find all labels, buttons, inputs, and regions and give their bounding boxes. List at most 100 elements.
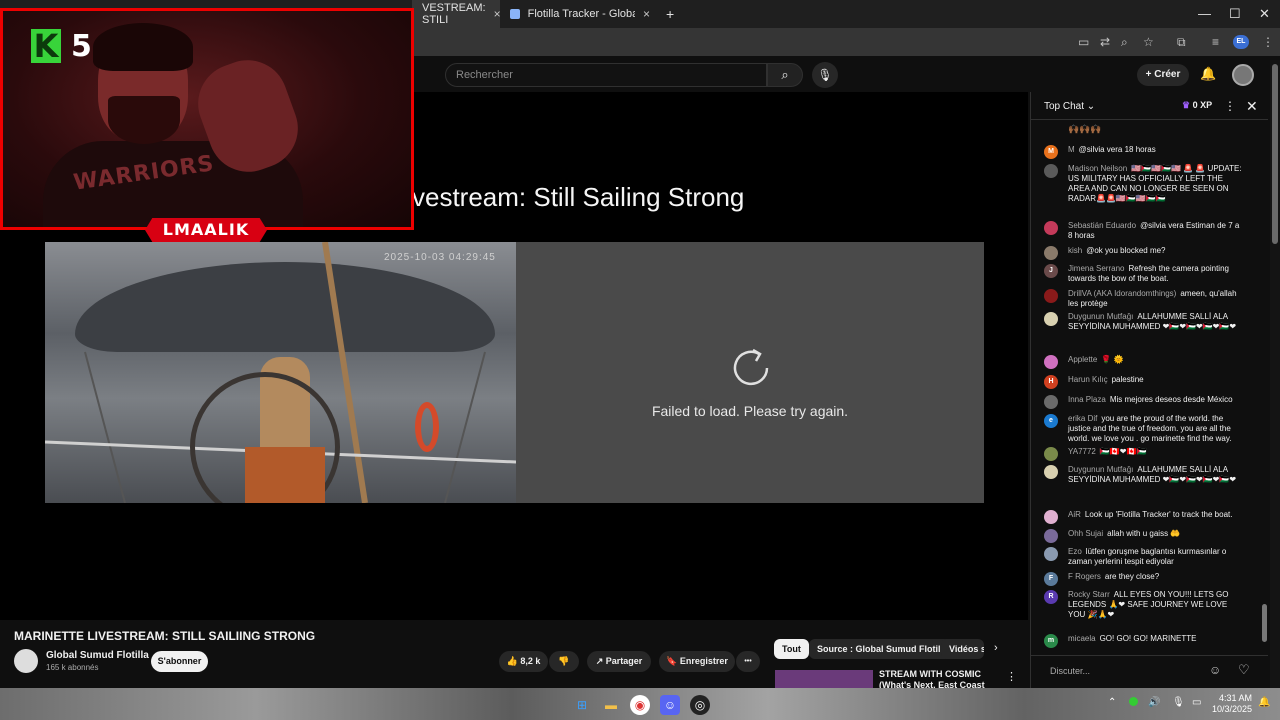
more-actions-button[interactable]: ••• (736, 651, 760, 672)
battery-icon[interactable]: ▭ (1192, 697, 1201, 708)
recommended-menu-icon[interactable]: ⋮ (1006, 670, 1017, 683)
close-window-button[interactable]: ✕ (1259, 6, 1270, 22)
chat-author-name[interactable]: Applette (1068, 355, 1097, 364)
chevron-right-icon[interactable]: › (994, 642, 998, 654)
chat-input[interactable]: Discuter... (1043, 662, 1203, 680)
channel-avatar[interactable] (14, 649, 38, 673)
taskbar-clock[interactable]: 4:31 AM 10/3/2025 (1212, 693, 1252, 715)
heart-icon[interactable]: ♡ (1238, 662, 1250, 678)
chat-author-name[interactable]: F Rogers (1068, 572, 1101, 581)
chat-author-avatar[interactable] (1044, 510, 1058, 524)
chip-videos[interactable]: Vidéos s (941, 639, 984, 659)
chat-author-name[interactable]: AiR (1068, 510, 1081, 519)
chat-menu-icon[interactable]: ⋮ (1224, 99, 1236, 113)
chat-author-name[interactable]: micaela (1068, 634, 1096, 643)
chat-author-avatar[interactable] (1044, 465, 1058, 479)
search-icon[interactable]: ⌕ (767, 63, 803, 87)
level-number: 5 (71, 29, 92, 64)
search-input[interactable]: Rechercher (445, 63, 767, 87)
translate-icon[interactable]: ⇄ (1100, 35, 1110, 49)
maximize-button[interactable]: ☐ (1229, 6, 1241, 22)
browser-menu-icon[interactable]: ⋮ (1262, 35, 1274, 49)
save-button[interactable]: 🔖 Enregistrer (659, 651, 735, 672)
chat-scrollbar[interactable] (1262, 604, 1267, 642)
chat-author-name[interactable]: Sebastián Eduardo (1068, 221, 1136, 230)
windows-start-icon[interactable]: ⊞ (572, 695, 592, 715)
chat-author-avatar[interactable] (1044, 164, 1058, 178)
volume-icon[interactable]: 🔊 (1148, 697, 1160, 708)
subscribe-button[interactable]: S'abonner (151, 651, 208, 672)
channel-name[interactable]: Global Sumud Flotilla (46, 650, 149, 661)
chat-author-avatar[interactable]: F (1044, 572, 1058, 586)
discord-icon[interactable]: ☺ (660, 695, 680, 715)
chip-all[interactable]: Tout (774, 639, 809, 659)
chat-author-avatar[interactable] (1044, 312, 1058, 326)
chat-author-name[interactable]: Harun Kılıç (1068, 375, 1108, 384)
chat-author-name[interactable]: Duygunun Mutfağı (1068, 312, 1133, 321)
extensions-icon[interactable]: ⧉ (1177, 35, 1186, 50)
chat-author-avatar[interactable]: M (1044, 145, 1058, 159)
create-button[interactable]: + Créer (1137, 64, 1189, 86)
tab-livestream[interactable]: VESTREAM: STILI × (412, 0, 501, 28)
tab-label: Flotilla Tracker - Global Movem (527, 8, 635, 20)
chat-author-name[interactable]: erika Dif (1068, 414, 1097, 423)
chat-author-name[interactable]: kish (1068, 246, 1082, 255)
recommended-thumbnail[interactable] (775, 670, 873, 690)
dislike-button[interactable]: 👎 (549, 651, 579, 672)
profile-badge[interactable]: EL (1233, 35, 1249, 49)
chat-message-body: DrillVA (AKA Idorandomthings) ameen, qu'a… (1068, 289, 1244, 309)
chat-author-avatar[interactable] (1044, 529, 1058, 543)
media-icon[interactable]: ≡ (1212, 35, 1219, 49)
page-scrollbar-thumb[interactable] (1272, 64, 1278, 244)
chat-author-name[interactable]: M (1068, 145, 1075, 154)
share-button[interactable]: ↗ Partager (587, 651, 651, 672)
recommended-title[interactable]: STREAM WITH COSMIC (What's Next, East Co… (879, 669, 1003, 689)
chat-author-name[interactable]: YA7772 (1068, 447, 1096, 456)
chat-author-avatar[interactable]: H (1044, 375, 1058, 389)
chat-author-avatar[interactable]: m (1044, 634, 1058, 648)
zoom-icon[interactable]: ⌕ (1121, 35, 1128, 50)
file-explorer-icon[interactable]: ▬ (601, 695, 621, 715)
tab-flotilla-tracker[interactable]: Flotilla Tracker - Global Movem × (500, 0, 660, 28)
xp-badge[interactable]: ♛ 0 XP (1182, 100, 1212, 111)
microphone-icon[interactable]: 🎙 (812, 62, 838, 88)
minimize-button[interactable]: — (1198, 6, 1211, 21)
chat-author-name[interactable]: Ezo (1068, 547, 1082, 556)
chat-author-avatar[interactable] (1044, 246, 1058, 260)
chat-author-avatar[interactable] (1044, 289, 1058, 303)
close-chat-icon[interactable]: ✕ (1246, 98, 1258, 115)
obs-icon[interactable]: ◎ (690, 695, 710, 715)
chat-author-name[interactable]: Ohh Sujai (1068, 529, 1103, 538)
close-tab-icon[interactable]: × (643, 7, 650, 21)
bookmark-star-icon[interactable]: ☆ (1143, 35, 1154, 49)
tray-status-icon[interactable] (1129, 697, 1138, 706)
chat-author-name[interactable]: Duygunun Mutfağı (1068, 465, 1133, 474)
chat-author-avatar[interactable] (1044, 447, 1058, 461)
reload-icon[interactable] (727, 344, 775, 392)
chat-author-avatar[interactable] (1044, 395, 1058, 409)
notification-center-icon[interactable]: 🔔 (1258, 697, 1270, 708)
notifications-bell-icon[interactable]: 🔔 (1200, 66, 1216, 82)
chat-author-name[interactable]: Jimena Serrano (1068, 264, 1124, 273)
mic-tray-icon[interactable]: 🎙 (1172, 697, 1185, 708)
emoji-picker-icon[interactable]: ☺ (1209, 663, 1221, 677)
chat-author-name[interactable]: Rocky Starr (1068, 590, 1110, 599)
chat-author-name[interactable]: DrillVA (AKA Idorandomthings) (1068, 289, 1176, 298)
like-button[interactable]: 👍 8,2 k (499, 651, 548, 672)
chat-author-avatar[interactable]: J (1044, 264, 1058, 278)
emoji-row: 🙌🏾🙌🏾🙌🏾 (1068, 124, 1102, 134)
tray-chevron-icon[interactable]: ⌃ (1108, 697, 1116, 708)
chat-author-avatar[interactable]: e (1044, 414, 1058, 428)
avatar[interactable] (1232, 64, 1254, 86)
chat-mode-dropdown[interactable]: Top Chat ⌄ (1044, 101, 1095, 112)
chat-author-avatar[interactable] (1044, 221, 1058, 235)
chat-author-avatar[interactable] (1044, 355, 1058, 369)
chat-author-name[interactable]: Inna Plaza (1068, 395, 1106, 404)
new-tab-button[interactable]: + (666, 6, 674, 22)
chat-author-name[interactable]: Madison Neilson (1068, 164, 1127, 173)
chip-source[interactable]: Source : Global Sumud Flotilla (809, 639, 957, 659)
chat-author-avatar[interactable]: R (1044, 590, 1058, 604)
chrome-icon[interactable]: ◉ (630, 695, 650, 715)
cast-icon[interactable]: ▭ (1078, 35, 1089, 49)
chat-author-avatar[interactable] (1044, 547, 1058, 561)
